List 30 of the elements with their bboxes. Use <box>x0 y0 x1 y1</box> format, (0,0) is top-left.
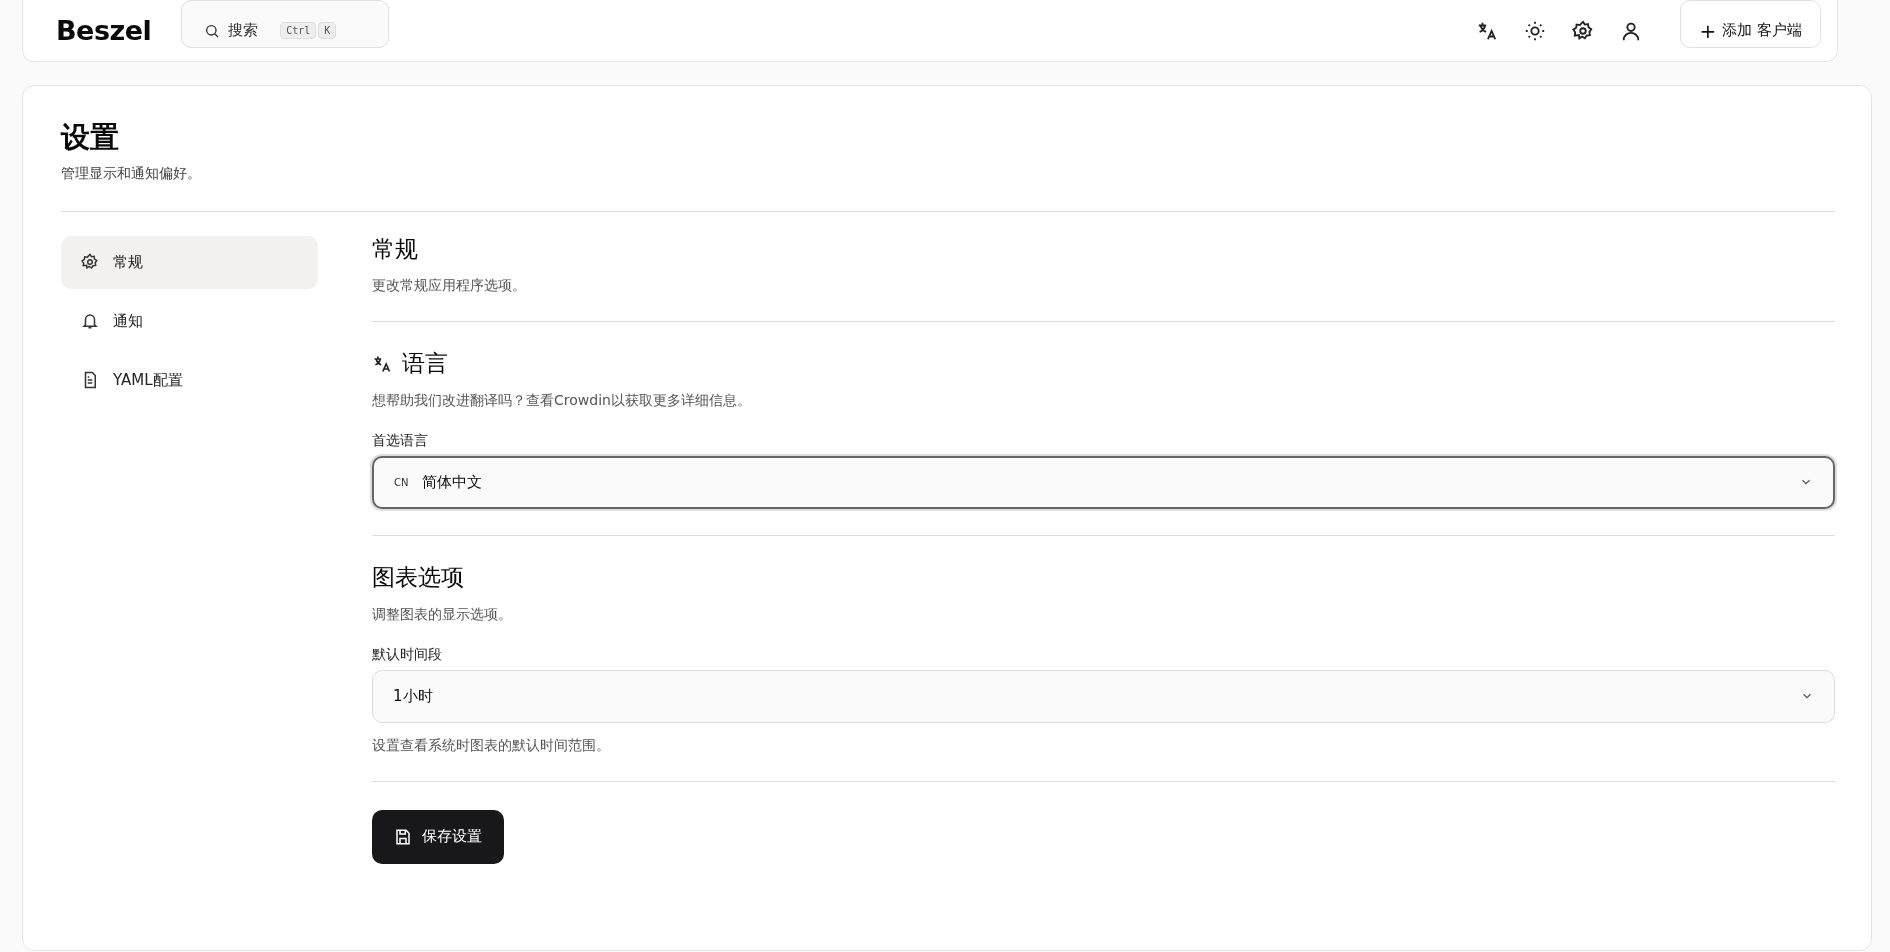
add-client-button[interactable]: + 添加 客户端 <box>1680 0 1821 48</box>
section-description: 调整图表的显示选项。 <box>372 605 513 624</box>
sidebar-item[interactable]: 常规 <box>61 235 318 289</box>
section-title: 图表选项 <box>372 564 465 592</box>
search-icon <box>204 22 221 39</box>
app-logo[interactable]: Beszel <box>56 15 152 46</box>
sun-icon[interactable] <box>1524 19 1547 42</box>
gear-icon <box>81 253 99 272</box>
help-text: 设置查看系统时图表的默认时间范围。 <box>372 736 611 755</box>
settings-icon[interactable] <box>1572 19 1595 42</box>
time-range-select[interactable]: 1小时 <box>372 669 1835 723</box>
key-hint: K <box>318 22 337 39</box>
sidebar-item[interactable]: 通知 <box>61 294 318 348</box>
help-text: 想帮助我们改进翻译吗？查看Crowdin以获取更多详细信息。 <box>372 392 752 410</box>
language-select[interactable]: CN 简体中文 <box>372 456 1835 509</box>
field-label: 首选语言 <box>372 432 429 450</box>
field-label: 默认时间段 <box>372 645 443 664</box>
translate-icon <box>372 354 392 375</box>
section-title: 常规 <box>372 235 419 264</box>
key-hint: Ctrl <box>280 22 317 39</box>
page-title: 设置 <box>61 120 120 155</box>
crowdin-link[interactable]: Crowdin <box>554 392 611 408</box>
section-title: 语言 <box>402 350 448 378</box>
save-icon <box>394 827 412 846</box>
bell-icon <box>81 312 99 331</box>
search-button[interactable]: 搜索 Ctrl K <box>181 0 390 48</box>
sidebar-item[interactable]: YAML配置 <box>61 353 318 407</box>
page-subtitle: 管理显示和通知偏好。 <box>61 164 202 183</box>
save-button[interactable]: 保存设置 <box>372 809 504 864</box>
section-description: 更改常规应用程序选项。 <box>372 277 527 296</box>
